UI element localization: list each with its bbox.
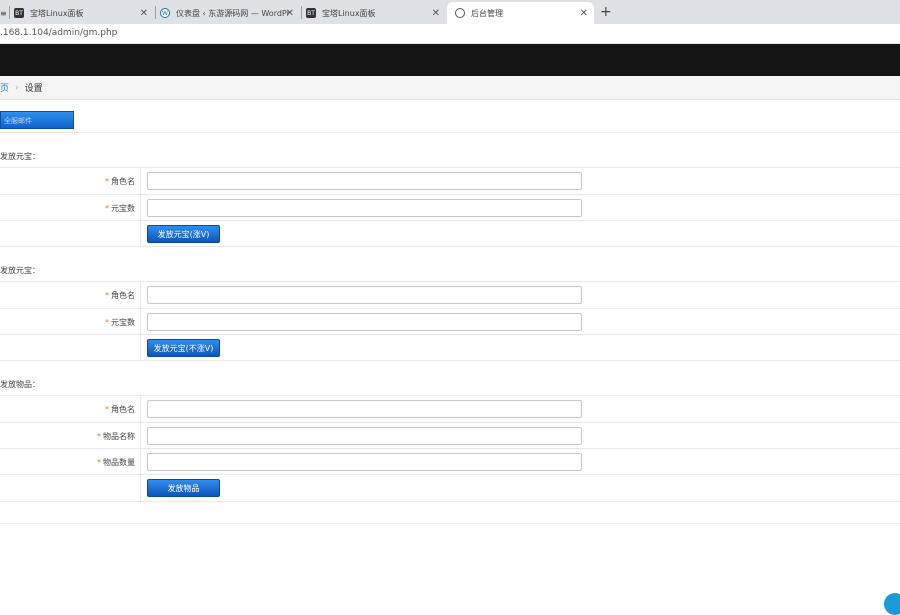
- browser-tab-bt-panel-2[interactable]: BT 宝塔Linux面板 ✕: [306, 2, 446, 24]
- ingot-amount-label: * 元宝数: [105, 204, 135, 213]
- role-name-label: * 角色名: [105, 405, 135, 414]
- close-icon[interactable]: ✕: [580, 8, 588, 19]
- browser-tab-wordpress[interactable]: W 仪表盘 ‹ 东游源码网 — WordPr ✕: [160, 2, 300, 24]
- floating-widget-icon[interactable]: [884, 593, 900, 615]
- role-name-label: * 角色名: [105, 177, 135, 186]
- send-items-button[interactable]: 发放物品: [147, 479, 220, 497]
- tab-title: 仪表盘 ‹ 东游源码网 — WordPr: [176, 8, 290, 18]
- address-bar[interactable]: .168.1.104/admin/gm.php: [0, 24, 900, 44]
- close-icon[interactable]: ✕: [140, 8, 148, 19]
- item-quantity-input[interactable]: [147, 453, 582, 471]
- tab-title: 宝塔Linux面板: [30, 8, 84, 18]
- url-text[interactable]: .168.1.104/admin/gm.php: [0, 28, 117, 38]
- browser-tab-partial[interactable]: ≡: [0, 2, 8, 24]
- bt-panel-icon: BT: [306, 8, 316, 18]
- role-name-input[interactable]: [147, 400, 582, 418]
- breadcrumb-home-link[interactable]: 页: [0, 81, 9, 94]
- ingot-amount-label: * 元宝数: [105, 318, 135, 327]
- item-name-input[interactable]: [147, 427, 582, 445]
- section-title-items: 发放物品：: [0, 380, 40, 389]
- bt-panel-icon: BT: [14, 8, 24, 18]
- role-name-input[interactable]: [147, 286, 582, 304]
- breadcrumb-separator: ›: [15, 82, 19, 93]
- role-name-label: * 角色名: [105, 291, 135, 300]
- send-ingot-vip-button[interactable]: 发放元宝(涨V): [147, 225, 220, 243]
- admin-header-bar: [0, 44, 900, 76]
- mail-tab-button[interactable]: 全服邮件: [0, 111, 74, 129]
- globe-icon: [455, 8, 465, 18]
- section-title-ingot-vip: 发放元宝：: [0, 152, 40, 161]
- role-name-input[interactable]: [147, 172, 582, 190]
- browser-tab-admin[interactable]: 后台管理 ✕: [447, 2, 594, 24]
- breadcrumb-current: 设置: [24, 84, 43, 94]
- wordpress-icon: W: [160, 8, 170, 18]
- send-ingot-no-vip-button[interactable]: 发放元宝(不涨V): [147, 339, 220, 357]
- mail-tab-label: 全服邮件: [4, 117, 32, 125]
- browser-tab-bt-panel-1[interactable]: BT 宝塔Linux面板 ✕: [14, 2, 154, 24]
- section-title-ingot-no-vip: 发放元宝：: [0, 266, 40, 275]
- ingot-amount-input[interactable]: [147, 199, 582, 217]
- tab-title: 宝塔Linux面板: [322, 8, 376, 18]
- ingot-amount-input[interactable]: [147, 313, 582, 331]
- browser-tab-strip: ≡ BT 宝塔Linux面板 ✕ W 仪表盘 ‹ 东游源码网 — WordPr …: [0, 0, 900, 24]
- close-icon[interactable]: ✕: [432, 8, 440, 19]
- tab-title: 后台管理: [471, 8, 503, 18]
- new-tab-icon[interactable]: +: [600, 4, 612, 20]
- breadcrumb: 页 › 设置: [0, 76, 900, 100]
- close-icon[interactable]: ✕: [286, 8, 294, 19]
- item-name-label: * 物品名称: [97, 432, 135, 441]
- item-quantity-label: * 物品数量: [97, 458, 135, 467]
